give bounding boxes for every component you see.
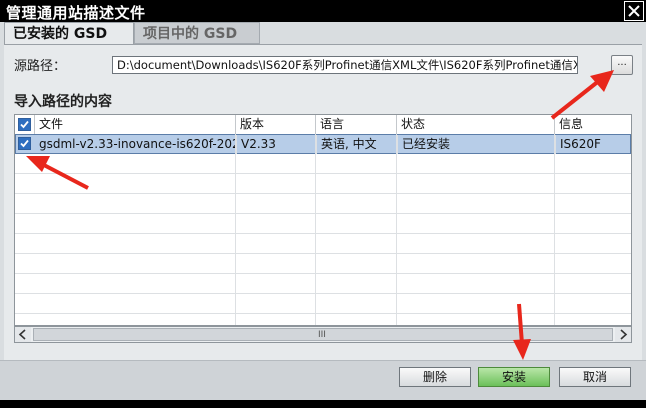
table-header: 文件 版本 语言 状态 信息 [15, 115, 631, 135]
chevron-right-icon [620, 329, 628, 340]
scroll-left-button[interactable] [15, 327, 31, 342]
column-divider [315, 134, 316, 325]
close-button[interactable] [624, 1, 644, 21]
column-header-info[interactable]: 信息 [554, 115, 631, 134]
source-path-label: 源路径： [14, 59, 67, 74]
dialog-window: 管理通用站描述文件 已安装的 GSD 项目中的 GSD 源路径： D:\docu… [0, 0, 646, 408]
row-checkbox[interactable] [18, 137, 31, 150]
scroll-right-button[interactable] [615, 327, 631, 342]
column-header-version[interactable]: 版本 [235, 115, 315, 134]
chevron-left-icon [18, 329, 26, 340]
table-row [15, 234, 631, 254]
column-divider [235, 134, 236, 325]
column-header-status[interactable]: 状态 [396, 115, 554, 134]
gsd-file-table: 文件 版本 语言 状态 信息 gsdml-v2.33-inovance-is62… [14, 114, 632, 326]
column-header-file[interactable]: 文件 [34, 115, 235, 134]
check-icon [19, 119, 30, 130]
cell-status: 已经安装 [397, 135, 555, 154]
table-row [15, 294, 631, 314]
table-row [15, 194, 631, 214]
cell-info: IS620F [555, 135, 631, 154]
table-row [15, 214, 631, 234]
cell-version: V2.33 [236, 135, 316, 154]
table-row [15, 254, 631, 274]
column-divider [554, 134, 555, 325]
close-icon [628, 5, 640, 17]
scrollbar-thumb[interactable]: III [33, 328, 613, 341]
section-title: 导入路径的内容 [14, 94, 112, 110]
horizontal-scrollbar[interactable]: III [14, 326, 632, 343]
browse-button[interactable]: ... [611, 55, 633, 75]
cell-file: gsdml-v2.33-inovance-is620f-202... [39, 137, 236, 151]
table-row [15, 174, 631, 194]
cell-language: 英语, 中文 [316, 135, 397, 154]
column-divider [396, 134, 397, 325]
table-row [15, 154, 631, 174]
check-icon [19, 138, 30, 149]
title-bar: 管理通用站描述文件 [0, 0, 646, 22]
dialog-title: 管理通用站描述文件 [6, 4, 146, 22]
bottom-border [0, 400, 646, 408]
column-header-language[interactable]: 语言 [315, 115, 396, 134]
source-path-field[interactable]: D:\document\Downloads\IS620F系列Profinet通信… [112, 56, 578, 74]
select-all-checkbox[interactable] [18, 118, 31, 131]
scrollbar-grip: III [318, 330, 326, 340]
delete-button[interactable]: 删除 [399, 367, 471, 387]
cancel-button[interactable]: 取消 [559, 367, 631, 387]
tab-installed-gsd[interactable]: 已安装的 GSD [4, 22, 134, 44]
tab-project-gsd[interactable]: 项目中的 GSD [134, 22, 260, 44]
table-row [15, 274, 631, 294]
table-row[interactable]: gsdml-v2.33-inovance-is620f-202... V2.33… [15, 134, 631, 154]
install-button[interactable]: 安装 [478, 367, 550, 387]
